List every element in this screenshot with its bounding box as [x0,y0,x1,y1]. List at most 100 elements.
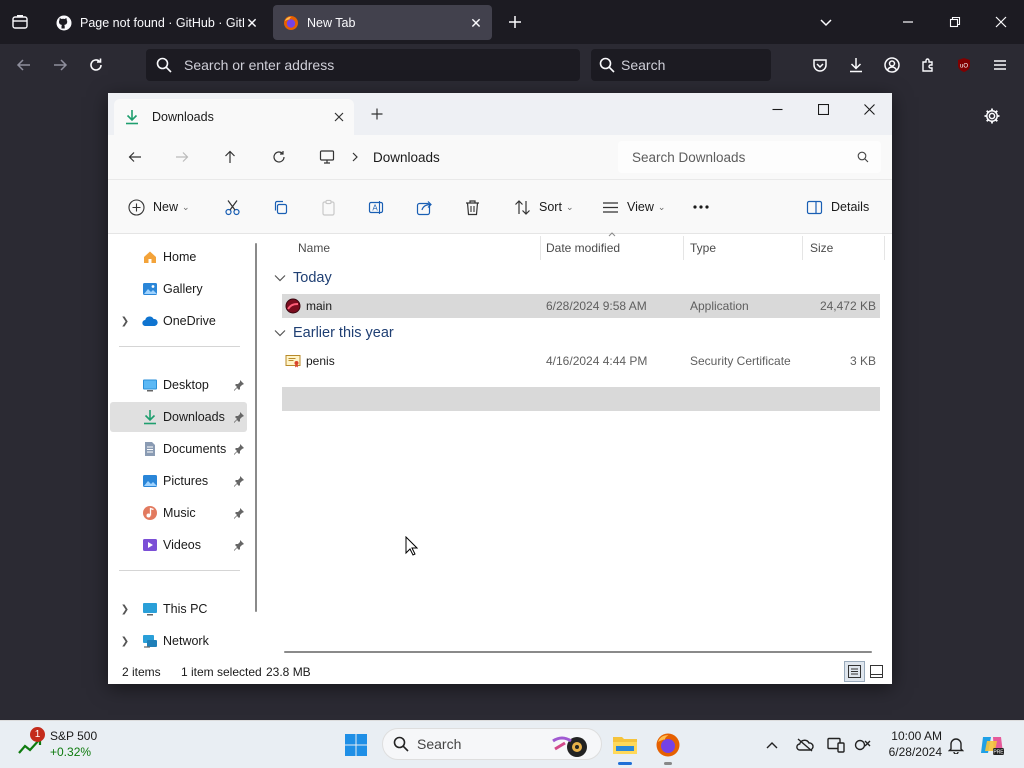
explorer-up-button[interactable] [215,143,245,171]
nav-item-this-pc[interactable]: ❯ This PC [110,594,247,624]
share-button[interactable] [416,193,433,221]
close-browser-button[interactable] [987,8,1015,36]
chevron-right-icon[interactable]: ❯ [120,636,130,647]
group-header-earlier-this-year[interactable]: Earlier this year [274,321,394,345]
nav-item-videos[interactable]: Videos [110,530,247,560]
copilot-button[interactable]: PRE [976,729,1008,761]
address-bar-placeholder: Search or enter address [184,57,335,73]
nav-item-home[interactable]: Home [110,242,247,272]
explorer-refresh-button[interactable] [264,143,294,171]
file-row-main[interactable]: main 6/28/2024 9:58 AM Application 24,47… [282,294,880,318]
see-more-button[interactable] [692,193,710,221]
nav-item-desktop[interactable]: Desktop [110,370,247,400]
column-header-date-modified[interactable]: Date modified [546,238,620,258]
horizontal-scrollbar[interactable] [284,651,872,653]
close-tab-icon[interactable]: ✕ [468,15,484,31]
explorer-minimize-button[interactable] [754,95,800,123]
app-menu-button[interactable] [986,51,1014,79]
close-tab-icon[interactable]: ✕ [244,15,260,31]
details-view-button[interactable] [844,661,865,682]
column-header-size[interactable]: Size [810,238,833,258]
tray-network[interactable] [853,735,873,755]
nav-item-pictures[interactable]: Pictures [110,466,247,496]
explorer-new-tab-button[interactable] [370,107,386,123]
paste-button[interactable] [320,193,337,221]
show-hidden-icons-button[interactable] [762,735,782,755]
delete-button[interactable] [464,193,481,221]
column-divider[interactable] [884,236,885,260]
account-button[interactable] [878,51,906,79]
downloads-button[interactable] [842,51,870,79]
ublock-origin-button[interactable]: uO [950,51,978,79]
nav-item-music[interactable]: Music [110,498,247,528]
details-pane-button[interactable]: Details [806,193,869,221]
column-header-name[interactable]: Name [298,238,330,258]
back-button[interactable] [10,51,38,79]
svg-text:A: A [372,203,378,212]
tray-display[interactable] [826,735,846,755]
new-tab-settings-button[interactable] [978,102,1006,130]
file-row[interactable] [282,387,880,411]
chevron-right-icon[interactable]: ❯ [120,604,130,615]
taskbar-file-explorer[interactable] [609,729,641,765]
start-button[interactable] [340,729,372,761]
nav-pane-scrollbar[interactable] [255,243,257,612]
explorer-tab-downloads[interactable]: Downloads [114,99,354,135]
explorer-forward-button[interactable] [167,143,197,171]
chevron-right-icon[interactable]: ❯ [120,316,130,327]
explorer-search-box[interactable]: Search Downloads [618,141,881,173]
firefox-view-button[interactable] [6,8,34,36]
cut-button[interactable] [224,193,241,221]
nav-item-downloads[interactable]: Downloads [110,402,247,432]
view-button[interactable]: View ⌄ [602,193,665,221]
clock[interactable]: 10:00 AM 6/28/2024 [872,728,942,760]
new-button[interactable]: New ⌄ [128,193,190,221]
column-divider[interactable] [540,236,541,260]
column-header-type[interactable]: Type [690,238,716,258]
tray-onedrive-offline[interactable] [795,735,815,755]
reload-button[interactable] [82,51,110,79]
minimize-browser-button[interactable] [894,8,922,36]
copy-button[interactable] [272,193,289,221]
notifications-button[interactable] [946,735,966,755]
breadcrumb[interactable]: Downloads [313,141,608,173]
nav-item-documents[interactable]: Documents [110,434,247,464]
pin-icon[interactable] [233,475,245,487]
pin-icon[interactable] [233,411,245,423]
list-all-tabs-button[interactable] [812,8,840,36]
extensions-button[interactable] [914,51,942,79]
close-tab-icon[interactable] [334,112,344,122]
search-bar-placeholder: Search [621,57,666,73]
pin-icon[interactable] [233,507,245,519]
explorer-back-button[interactable] [120,143,150,171]
pin-icon[interactable] [233,539,245,551]
pin-icon[interactable] [233,443,245,455]
selection-size: 23.8 MB [266,665,311,679]
search-bar[interactable]: Search [591,49,771,81]
stock-widget[interactable]: 1 S&P 500 +0.32% [18,727,118,763]
explorer-close-button[interactable] [846,95,892,123]
explorer-maximize-button[interactable] [800,95,846,123]
new-tab-button[interactable] [501,8,529,36]
group-header-today[interactable]: Today [274,266,332,290]
restore-browser-button[interactable] [941,8,969,36]
address-bar[interactable]: Search or enter address [146,49,580,81]
forward-button[interactable] [46,51,74,79]
breadcrumb-item[interactable]: Downloads [373,150,440,165]
nav-item-onedrive[interactable]: ❯ OneDrive [110,306,247,336]
file-size: 24,472 KB [819,299,876,313]
sort-button[interactable]: Sort ⌄ [514,193,573,221]
tab-github[interactable]: Page not found · GitHub · GitHub ✕ [46,5,268,40]
taskbar-search[interactable]: Search [382,728,602,760]
nav-item-gallery[interactable]: Gallery [110,274,247,304]
column-divider[interactable] [683,236,684,260]
rename-button[interactable]: A [368,193,385,221]
pin-icon[interactable] [233,379,245,391]
tab-new-tab[interactable]: New Tab ✕ [273,5,492,40]
column-divider[interactable] [802,236,803,260]
nav-item-network[interactable]: ❯ Network [110,626,247,656]
large-icons-view-button[interactable] [866,661,887,682]
pocket-button[interactable] [806,51,834,79]
file-row-penis[interactable]: penis 4/16/2024 4:44 PM Security Certifi… [282,349,880,373]
taskbar-firefox[interactable] [652,729,684,765]
